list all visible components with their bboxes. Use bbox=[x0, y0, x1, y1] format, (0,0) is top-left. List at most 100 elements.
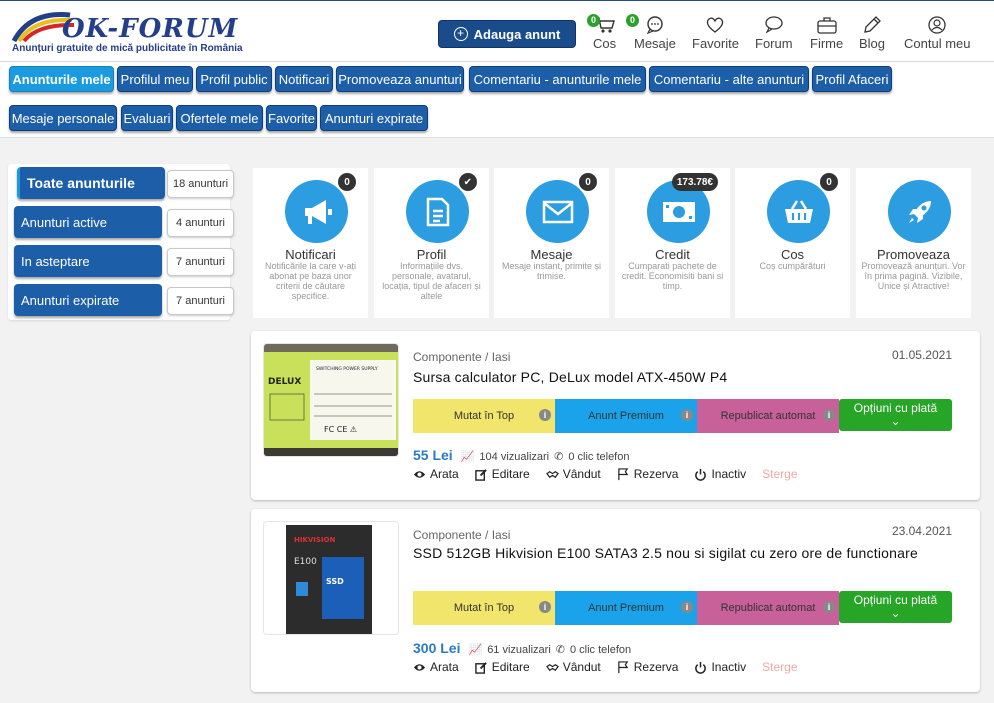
nav-messages[interactable]: 0 Mesaje bbox=[626, 14, 676, 51]
sold-action[interactable]: Vândut bbox=[545, 467, 601, 481]
card-credit[interactable]: 173.78€ Credit Cumparati pachete de cred… bbox=[615, 168, 730, 318]
inactive-action[interactable]: Inactiv bbox=[694, 467, 746, 481]
promo-premium[interactable]: Anunt Premium i bbox=[555, 591, 697, 625]
listing-title[interactable]: SSD 512GB Hikvision E100 SATA3 2.5 nou s… bbox=[413, 545, 933, 562]
nav-blog-label: Blog bbox=[859, 36, 886, 51]
listing-image[interactable]: DELUX SWITCHING POWER SUPPLY FC CE ⚠ bbox=[263, 343, 399, 457]
reserve-action[interactable]: Rezerva bbox=[617, 660, 679, 674]
paid-options-button[interactable]: Opțiuni cu plată ⌄ bbox=[839, 591, 952, 623]
card-notifications-desc: Notificările la care v-ați abonat pe baz… bbox=[264, 261, 357, 301]
filter-active[interactable]: Anunturi active 4 anunturi bbox=[8, 206, 234, 238]
reserve-label: Rezerva bbox=[633, 660, 679, 674]
card-promote[interactable]: Promoveaza Promovează anunțuri. Vor în p… bbox=[856, 168, 971, 318]
tab-comments-my-listings[interactable]: Comentariu - anunturile mele bbox=[469, 66, 646, 92]
image-caption: SWITCHING POWER SUPPLY bbox=[316, 366, 378, 372]
filter-all-button[interactable]: Toate anunturile bbox=[17, 167, 165, 199]
card-promote-desc: Promovează anunțuri. Vor în prima pagină… bbox=[861, 261, 966, 291]
tab-notifications[interactable]: Notificari bbox=[275, 66, 333, 92]
nav-cart-label: Cos bbox=[593, 36, 617, 51]
chart-icon: 📈 bbox=[468, 644, 483, 656]
tab-promote-listings[interactable]: Promoveaza anunturi bbox=[336, 66, 464, 92]
card-notifications-circle bbox=[285, 180, 348, 243]
user-icon bbox=[928, 16, 946, 34]
nav-cart[interactable]: 0 Cos bbox=[587, 14, 617, 51]
tab-public-profile[interactable]: Profil public bbox=[196, 66, 272, 92]
nav-companies[interactable]: Firme bbox=[810, 15, 843, 51]
nav-account[interactable]: Contul meu bbox=[904, 15, 970, 51]
card-cart[interactable]: 0 Cos Coș cumpărături bbox=[735, 168, 850, 318]
filter-pending-button[interactable]: In asteptare bbox=[14, 245, 162, 277]
reserve-label: Rezerva bbox=[633, 467, 679, 481]
promo-republish[interactable]: Republicat automat i bbox=[697, 591, 839, 625]
listing-category: Componente / Iasi bbox=[413, 350, 511, 364]
filter-pending[interactable]: In asteptare 7 anunturi bbox=[8, 245, 234, 277]
flag-icon bbox=[618, 467, 629, 480]
filter-pending-count: 7 anunturi bbox=[167, 248, 234, 276]
inactive-label: Inactiv bbox=[711, 467, 747, 481]
nav-messages-label: Mesaje bbox=[634, 36, 676, 51]
show-label: Arata bbox=[430, 467, 459, 481]
megaphone-icon bbox=[304, 199, 332, 224]
tab-personal-messages[interactable]: Mesaje personale bbox=[9, 105, 117, 131]
info-icon[interactable]: i bbox=[539, 409, 551, 421]
card-messages-desc: Mesaje instant, primite și trimise. bbox=[501, 261, 602, 281]
card-profile[interactable]: ✔ Profil Informațiile dvs. personale, av… bbox=[374, 168, 489, 318]
tab-my-listings[interactable]: Anunturile mele bbox=[9, 66, 114, 92]
info-icon[interactable]: i bbox=[539, 601, 551, 613]
show-action[interactable]: Arata bbox=[413, 660, 459, 674]
briefcase-icon bbox=[816, 17, 837, 34]
info-icon[interactable]: i bbox=[681, 601, 693, 613]
nav-blog[interactable]: Blog bbox=[859, 15, 885, 51]
reserve-action[interactable]: Rezerva bbox=[617, 467, 679, 481]
paid-options-button[interactable]: Opțiuni cu plată ⌄ bbox=[839, 399, 952, 431]
sold-action[interactable]: Vândut bbox=[545, 660, 601, 674]
info-icon[interactable]: i bbox=[681, 409, 693, 421]
tab-business-profile[interactable]: Profil Afaceri bbox=[812, 66, 892, 92]
tab-favorites[interactable]: Favorite bbox=[266, 105, 317, 131]
promo-republish[interactable]: Republicat automat i bbox=[697, 399, 839, 433]
filter-expired[interactable]: Anunturi expirate 7 anunturi bbox=[8, 284, 234, 316]
money-icon bbox=[662, 201, 695, 222]
add-listing-button[interactable]: + Adauga anunt bbox=[438, 20, 576, 48]
promo-premium[interactable]: Anunt Premium i bbox=[555, 399, 697, 433]
listing-title[interactable]: Sursa calculator PC, DeLux model ATX-450… bbox=[413, 369, 933, 386]
edit-action[interactable]: Editare bbox=[474, 660, 530, 674]
filter-expired-button[interactable]: Anunturi expirate bbox=[14, 284, 162, 316]
promo-republish-label: Republicat automat bbox=[720, 602, 816, 614]
edit-action[interactable]: Editare bbox=[474, 467, 530, 481]
basket-icon bbox=[784, 199, 813, 223]
delete-action[interactable]: Sterge bbox=[762, 467, 797, 481]
tab-expired-listings[interactable]: Anunturi expirate bbox=[320, 105, 428, 131]
filter-active-button[interactable]: Anunturi active bbox=[14, 206, 162, 238]
promo-top[interactable]: Mutat în Top i bbox=[413, 591, 555, 625]
inactive-action[interactable]: Inactiv bbox=[694, 660, 746, 674]
filter-all[interactable]: Toate anunturile 18 anunturi bbox=[8, 167, 234, 199]
tab-ratings[interactable]: Evaluari bbox=[121, 105, 173, 131]
tab-my-offers[interactable]: Ofertele mele bbox=[176, 105, 263, 131]
eye-icon bbox=[413, 663, 426, 671]
filter-expired-count: 7 anunturi bbox=[167, 287, 234, 315]
promo-top[interactable]: Mutat în Top i bbox=[413, 399, 555, 433]
nav-favorites[interactable]: Favorite bbox=[692, 15, 739, 51]
promo-premium-label: Anunt Premium bbox=[588, 410, 664, 422]
card-messages[interactable]: 0 Mesaje Mesaje instant, primite și trim… bbox=[494, 168, 609, 318]
promo-premium-label: Anunt Premium bbox=[588, 602, 664, 614]
card-notifications[interactable]: 0 Notificari Notificările la care v-ați … bbox=[253, 168, 368, 318]
show-action[interactable]: Arata bbox=[413, 467, 459, 481]
listing-stats: 55 Lei 📈 104 vizualizari ✆ 0 clic telefon bbox=[413, 447, 629, 463]
logo[interactable]: OK-FORUM Anunțuri gratuite de mică publi… bbox=[10, 9, 272, 57]
filter-active-count: 4 anunturi bbox=[167, 209, 234, 237]
card-credit-desc: Cumparati pachete de credit. Economisiti… bbox=[621, 261, 724, 291]
ssd-image: HIKVISION E100 SSD bbox=[264, 522, 398, 634]
tab-my-profile[interactable]: Profilul meu bbox=[117, 66, 193, 92]
listing-image[interactable]: HIKVISION E100 SSD bbox=[263, 521, 399, 635]
delete-action[interactable]: Sterge bbox=[762, 660, 797, 674]
sold-label: Vândut bbox=[562, 467, 601, 481]
info-icon[interactable]: i bbox=[823, 601, 835, 613]
info-icon[interactable]: i bbox=[823, 409, 835, 421]
image-brand: DELUX bbox=[268, 377, 301, 387]
tab-comments-other-listings[interactable]: Comentariu - alte anunturi bbox=[649, 66, 809, 92]
svg-text:SSD: SSD bbox=[326, 577, 344, 586]
nav-forum[interactable]: Forum bbox=[755, 15, 793, 51]
phone-icon: ✆ bbox=[555, 644, 565, 656]
